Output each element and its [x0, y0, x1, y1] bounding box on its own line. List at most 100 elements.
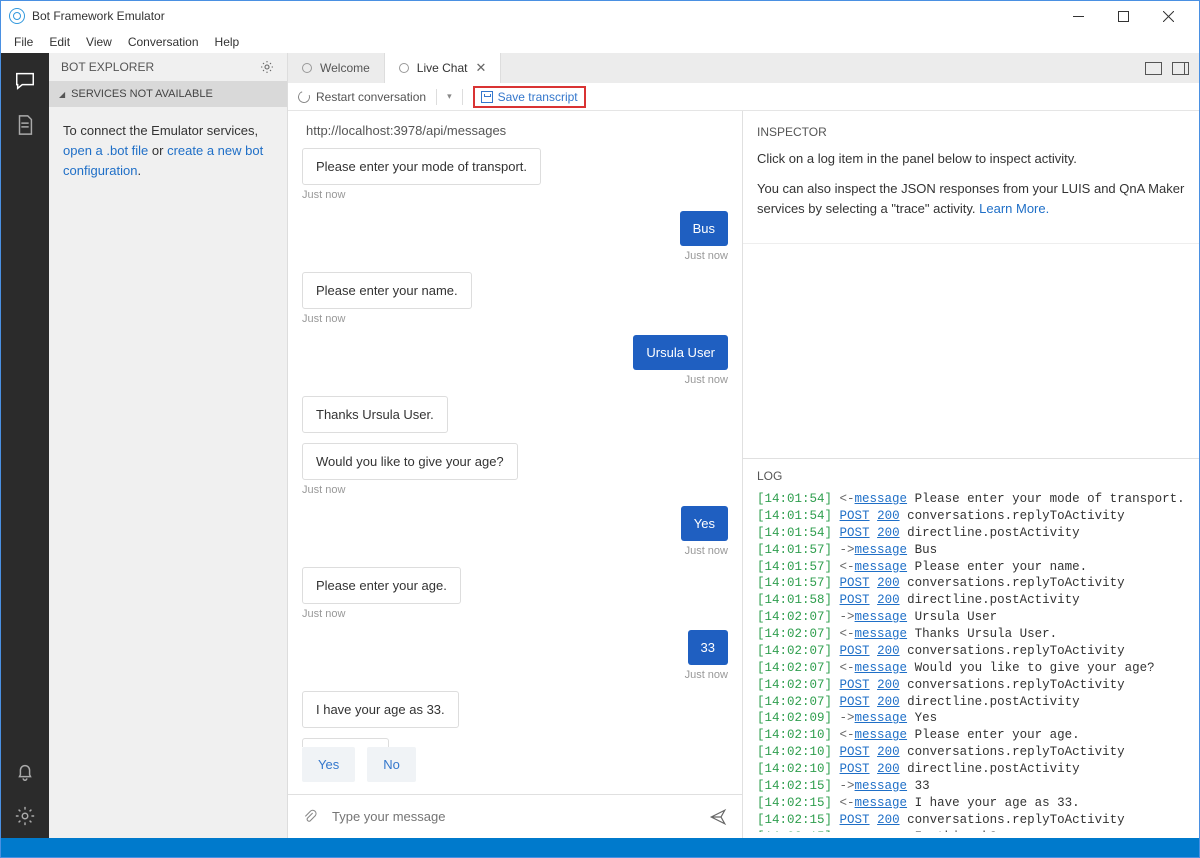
open-bot-file-link[interactable]: open a .bot file	[63, 143, 148, 158]
log-line[interactable]: [14:02:07] POST 200 directline.postActiv…	[757, 694, 1185, 711]
log-line[interactable]: [14:02:15] <-message Is this ok?	[757, 829, 1185, 833]
menu-view[interactable]: View	[79, 33, 119, 51]
log-line[interactable]: [14:02:07] POST 200 conversations.replyT…	[757, 643, 1185, 660]
tab-welcome-label: Welcome	[320, 61, 370, 75]
user-message[interactable]: BusJust now	[302, 211, 728, 262]
chat-endpoint: http://localhost:3978/api/messages	[288, 111, 742, 144]
bot-explorer: BOT EXPLORER ◢ SERVICES NOT AVAILABLE To…	[49, 53, 288, 838]
app-icon	[9, 8, 25, 24]
document-icon	[14, 114, 36, 136]
inspector-title: INSPECTOR	[757, 125, 1185, 139]
minimize-button[interactable]	[1056, 1, 1101, 31]
log-panel: LOG [14:01:54] <-message Please enter yo…	[743, 458, 1199, 838]
message-bubble: Please enter your age.	[302, 567, 461, 604]
message-bubble: Is this ok?	[302, 738, 389, 747]
user-message[interactable]: 33Just now	[302, 630, 728, 681]
chat-column: http://localhost:3978/api/messages Pleas…	[288, 111, 743, 838]
gear-icon	[14, 805, 36, 827]
tab-welcome[interactable]: Welcome	[288, 53, 385, 83]
tab-indicator-icon	[302, 63, 312, 73]
message-bubble: Yes	[681, 506, 728, 541]
inspector-column: INSPECTOR Click on a log item in the pan…	[743, 111, 1199, 838]
log-line[interactable]: [14:02:09] ->message Yes	[757, 710, 1185, 727]
explorer-settings-icon[interactable]	[259, 59, 275, 75]
suggested-action[interactable]: No	[367, 747, 416, 782]
log-line[interactable]: [14:02:15] ->message 33	[757, 778, 1185, 795]
bot-message[interactable]: Is this ok?Just now	[302, 738, 728, 747]
presentation-icon[interactable]	[1145, 62, 1162, 75]
log-line[interactable]: [14:02:10] POST 200 directline.postActiv…	[757, 761, 1185, 778]
activity-settings[interactable]	[1, 794, 49, 838]
save-transcript-button[interactable]: Save transcript	[473, 86, 586, 108]
explorer-header: BOT EXPLORER	[49, 53, 287, 81]
bot-message[interactable]: Please enter your age.Just now	[302, 567, 728, 620]
tabbar-actions	[1145, 53, 1199, 83]
maximize-button[interactable]	[1101, 1, 1146, 31]
log-line[interactable]: [14:02:07] POST 200 conversations.replyT…	[757, 677, 1185, 694]
chat-toolbar: Restart conversation ▾ Save transcript	[288, 83, 1199, 111]
save-transcript-label: Save transcript	[498, 90, 578, 104]
log-line[interactable]: [14:02:10] POST 200 conversations.replyT…	[757, 744, 1185, 761]
message-timestamp: Just now	[685, 250, 728, 262]
bot-message[interactable]: Please enter your name.Just now	[302, 272, 728, 325]
tab-livechat-label: Live Chat	[417, 61, 468, 75]
explorer-title: BOT EXPLORER	[61, 60, 154, 74]
suggested-actions: Yes No	[288, 747, 742, 794]
collapse-icon: ◢	[59, 90, 65, 99]
content-row: http://localhost:3978/api/messages Pleas…	[288, 111, 1199, 838]
activity-notifications[interactable]	[1, 750, 49, 794]
restart-dropdown[interactable]: ▾	[447, 91, 452, 102]
log-line[interactable]: [14:01:58] POST 200 directline.postActiv…	[757, 592, 1185, 609]
bot-message[interactable]: Would you like to give your age?Just now	[302, 443, 728, 496]
services-section[interactable]: ◢ SERVICES NOT AVAILABLE	[49, 81, 287, 107]
message-bubble: Please enter your name.	[302, 272, 472, 309]
split-editor-icon[interactable]	[1172, 62, 1189, 75]
body: BOT EXPLORER ◢ SERVICES NOT AVAILABLE To…	[1, 53, 1199, 838]
user-message[interactable]: YesJust now	[302, 506, 728, 557]
log-line[interactable]: [14:02:07] <-message Thanks Ursula User.	[757, 626, 1185, 643]
attachment-icon[interactable]	[302, 808, 318, 826]
log-line[interactable]: [14:01:54] <-message Please enter your m…	[757, 491, 1185, 508]
log-line[interactable]: [14:02:15] POST 200 conversations.replyT…	[757, 812, 1185, 829]
log-line[interactable]: [14:02:10] <-message Please enter your a…	[757, 727, 1185, 744]
inspector-help-2: You can also inspect the JSON responses …	[757, 179, 1185, 219]
restart-conversation-button[interactable]: Restart conversation	[316, 90, 426, 104]
log-line[interactable]: [14:02:07] <-message Would you like to g…	[757, 660, 1185, 677]
close-button[interactable]	[1146, 1, 1191, 31]
bot-message[interactable]: Please enter your mode of transport.Just…	[302, 148, 728, 201]
send-icon[interactable]	[708, 808, 728, 826]
menu-help[interactable]: Help	[208, 33, 247, 51]
tab-bar: Welcome Live Chat ✕	[288, 53, 1199, 83]
message-bubble: Would you like to give your age?	[302, 443, 518, 480]
menu-edit[interactable]: Edit	[42, 33, 77, 51]
menu-conversation[interactable]: Conversation	[121, 33, 206, 51]
learn-more-link[interactable]: Learn More.	[979, 201, 1049, 216]
log-line[interactable]: [14:02:15] <-message I have your age as …	[757, 795, 1185, 812]
message-timestamp: Just now	[302, 189, 345, 201]
tab-indicator-icon	[399, 63, 409, 73]
tab-livechat[interactable]: Live Chat ✕	[385, 53, 502, 83]
log-lines[interactable]: [14:01:54] <-message Please enter your m…	[757, 491, 1185, 832]
chat-scroll[interactable]: Please enter your mode of transport.Just…	[288, 144, 742, 747]
log-title: LOG	[757, 469, 1185, 483]
suggested-action[interactable]: Yes	[302, 747, 355, 782]
log-line[interactable]: [14:01:57] ->message Bus	[757, 542, 1185, 559]
restart-icon	[296, 89, 312, 105]
log-line[interactable]: [14:01:57] <-message Please enter your n…	[757, 559, 1185, 576]
chat-input-bar	[288, 794, 742, 838]
window: Bot Framework Emulator File Edit View Co…	[0, 0, 1200, 858]
message-input[interactable]	[332, 809, 694, 824]
menu-file[interactable]: File	[7, 33, 40, 51]
message-bubble: Thanks Ursula User.	[302, 396, 448, 433]
bot-message[interactable]: Thanks Ursula User.	[302, 396, 728, 433]
tab-close-icon[interactable]: ✕	[476, 60, 487, 76]
bot-message[interactable]: I have your age as 33.	[302, 691, 728, 728]
activity-resources[interactable]	[1, 103, 49, 147]
log-line[interactable]: [14:02:07] ->message Ursula User	[757, 609, 1185, 626]
log-line[interactable]: [14:01:54] POST 200 directline.postActiv…	[757, 525, 1185, 542]
log-line[interactable]: [14:01:57] POST 200 conversations.replyT…	[757, 575, 1185, 592]
log-line[interactable]: [14:01:54] POST 200 conversations.replyT…	[757, 508, 1185, 525]
chat-icon	[14, 70, 36, 92]
activity-chat[interactable]	[1, 59, 49, 103]
user-message[interactable]: Ursula UserJust now	[302, 335, 728, 386]
